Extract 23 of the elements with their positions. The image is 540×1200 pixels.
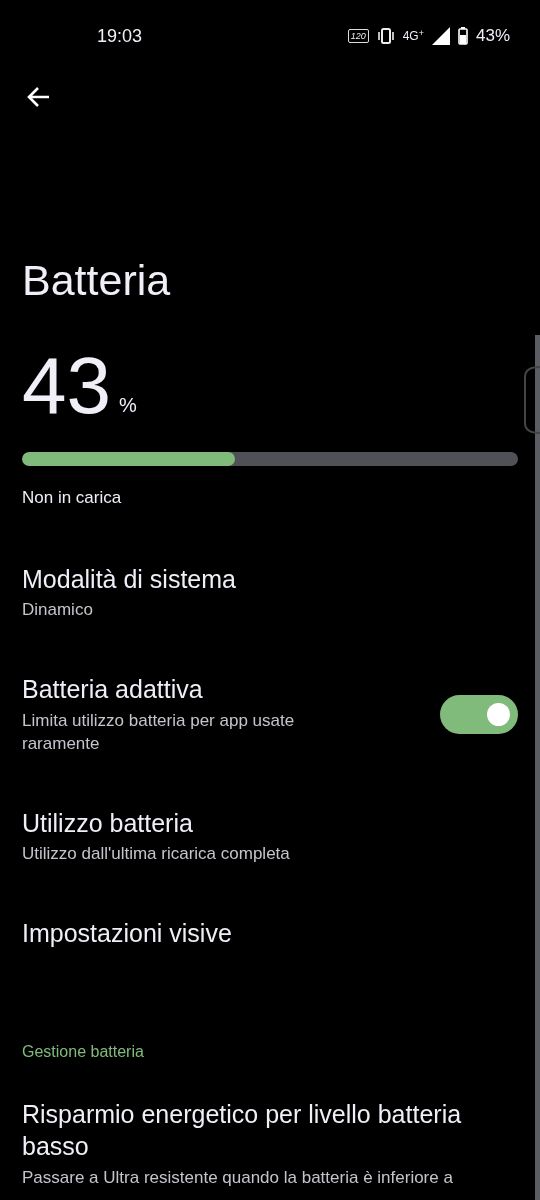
vibrate-icon — [376, 28, 395, 44]
percent-sign: % — [119, 393, 137, 419]
setting-description: Passare a Ultra resistente quando la batteria è inferiore a — [22, 1166, 454, 1189]
setting-title[interactable]: Risparmio energetico per livello batteria basso — [22, 1097, 518, 1163]
setting-title[interactable]: Impostazioni visive — [22, 917, 518, 950]
section-header: Gestione batteria — [22, 1041, 145, 1062]
battery-percentage: 43 — [22, 346, 111, 427]
toggle-switch[interactable] — [440, 694, 518, 734]
battery-icon — [457, 27, 468, 45]
edge-handle-icon[interactable] — [522, 365, 540, 435]
setting-description: Utilizzo dall'ultima ricarica completa — [22, 843, 291, 866]
setting-description: Limita utilizzo batteria per app usate raramente — [22, 709, 296, 755]
setting-description: Dinamico — [22, 599, 94, 622]
page-title: Batteria — [22, 257, 172, 305]
network-type: 4G$^{+}$ — [402, 27, 424, 45]
setting-title[interactable]: Utilizzo batteria — [22, 806, 518, 840]
signal-icon — [431, 27, 450, 45]
battery-percent: 43% — [475, 25, 510, 48]
charging-status: Non in carica — [22, 487, 123, 510]
refresh-rate-icon: 120 — [347, 29, 369, 43]
setting-title[interactable]: Modalità di sistema — [22, 562, 518, 596]
setting-title[interactable]: Batteria adattiva — [22, 673, 362, 706]
clock: 19:03 — [97, 24, 143, 48]
